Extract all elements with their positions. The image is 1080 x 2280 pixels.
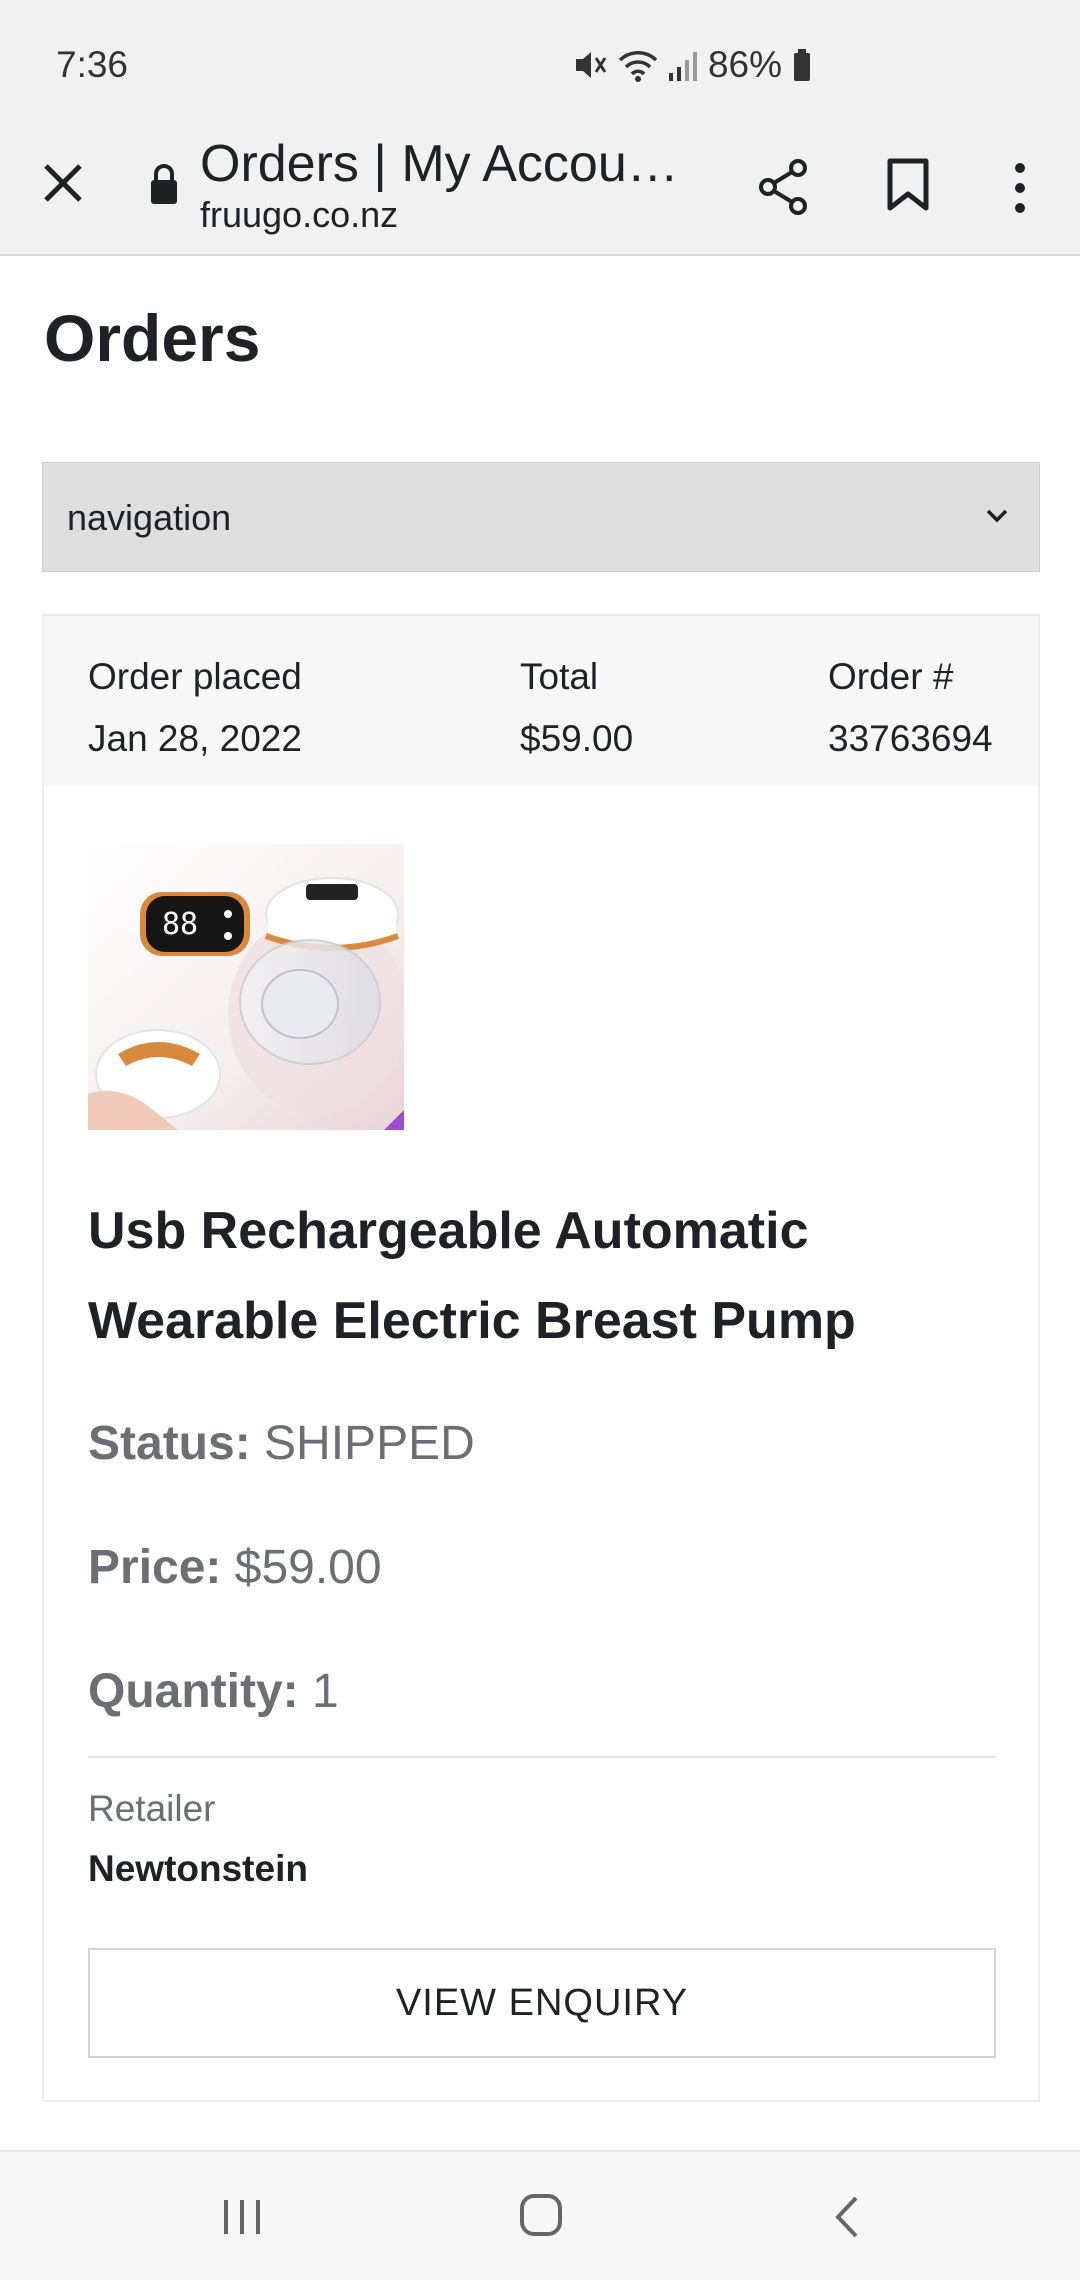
product-image[interactable]: 88 (88, 844, 404, 1130)
system-navigation-bar (0, 2150, 1080, 2280)
battery-percent: 86% (707, 44, 782, 85)
view-enquiry-button[interactable]: VIEW ENQUIRY (88, 1948, 996, 2058)
quantity-value: 1 (312, 1665, 339, 1718)
order-placed-column: Order placed Jan 28, 2022 (88, 646, 302, 770)
order-summary-header: Order placed Jan 28, 2022 Total $59.00 O… (44, 616, 1038, 786)
order-number-value: 33763694 (828, 718, 993, 759)
lock-icon (151, 164, 177, 204)
battery-icon (794, 49, 810, 81)
order-total-label: Total (520, 656, 599, 697)
bookmark-icon[interactable] (886, 158, 930, 212)
price-value: $59.00 (234, 1541, 382, 1594)
order-placed-date: Jan 28, 2022 (88, 718, 302, 759)
status-label: Status: (88, 1417, 251, 1470)
order-number-column: Order # 33763694 (828, 646, 993, 770)
product-title[interactable]: Usb Rechargeable Automatic Wearable Elec… (88, 1186, 988, 1366)
back-icon[interactable] (832, 2194, 862, 2240)
order-card: Order placed Jan 28, 2022 Total $59.00 O… (42, 614, 1040, 2102)
divider (88, 1756, 996, 1758)
order-total-column: Total $59.00 (520, 646, 633, 770)
home-icon[interactable] (518, 2192, 564, 2238)
browser-toolbar: Orders | My Accou… fruugo.co.nz (0, 128, 1080, 256)
retailer-name: Newtonstein (88, 1848, 308, 1889)
order-placed-label: Order placed (88, 656, 302, 697)
page-title: Orders (44, 301, 261, 375)
price-label: Price: (88, 1541, 222, 1594)
page-tab-title[interactable]: Orders | My Accou… (200, 134, 700, 194)
price-row: Price: $59.00 (88, 1540, 382, 1595)
url-text[interactable]: fruugo.co.nz (200, 194, 398, 236)
retailer-label: Retailer (88, 1788, 216, 1829)
status-value: SHIPPED (264, 1417, 475, 1470)
navigation-dropdown[interactable]: navigation (42, 462, 1040, 572)
quantity-row: Quantity: 1 (88, 1664, 339, 1719)
product-display-digits: 88 (162, 907, 198, 942)
status-time: 7:36 (56, 44, 129, 85)
status-bar: 7:36 86% (0, 0, 1080, 128)
navigation-dropdown-value: navigation (67, 497, 232, 538)
status-icons: 86% (572, 44, 812, 86)
mute-icon (575, 52, 607, 78)
order-total-value: $59.00 (520, 718, 634, 759)
share-icon[interactable] (756, 158, 810, 216)
order-number-label: Order # (828, 656, 954, 697)
close-icon[interactable] (38, 158, 88, 208)
signal-icon (668, 52, 697, 81)
more-options-icon[interactable] (1008, 158, 1032, 218)
quantity-label: Quantity: (88, 1665, 299, 1718)
chevron-down-icon (986, 509, 1008, 523)
recent-apps-icon[interactable] (220, 2196, 264, 2238)
status-row: Status: SHIPPED (88, 1416, 475, 1471)
wifi-icon (618, 51, 658, 82)
